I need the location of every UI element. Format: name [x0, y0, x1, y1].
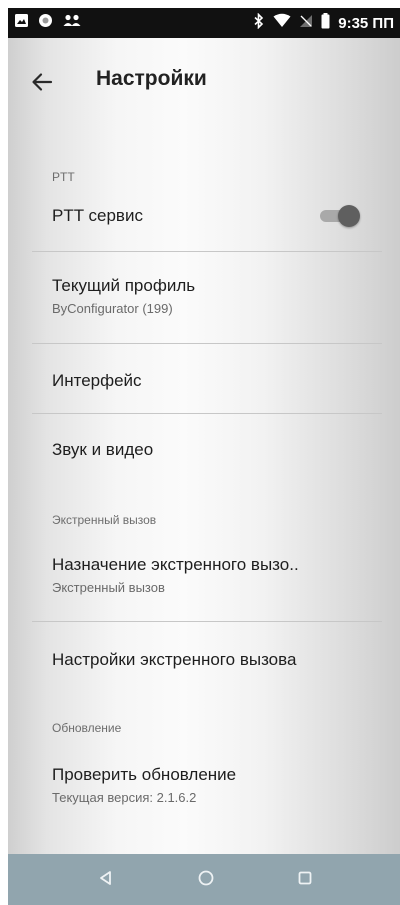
phone-screen: 9:35 ПП Настройки PTT PTT сервис Текущий… — [8, 8, 400, 905]
no-sim-icon — [299, 13, 313, 33]
divider — [32, 343, 382, 344]
status-bar: 9:35 ПП — [8, 8, 400, 38]
pref-sound-video[interactable]: Звук и видео — [52, 440, 382, 460]
navigation-bar — [8, 854, 400, 905]
home-circle-icon — [197, 869, 215, 892]
divider — [32, 621, 382, 622]
ptt-service-toggle[interactable] — [316, 205, 360, 227]
pref-interface[interactable]: Интерфейс — [52, 371, 382, 391]
image-icon — [14, 13, 29, 33]
section-header-update: Обновление — [52, 721, 122, 735]
group-icon — [62, 13, 82, 33]
pref-emergency-settings-title: Настройки экстренного вызова — [52, 650, 297, 669]
pref-check-update-title: Проверить обновление — [52, 765, 237, 784]
pref-current-profile-summary: ByConfigurator (199) — [52, 301, 173, 316]
bluetooth-icon — [253, 12, 265, 34]
recents-square-icon — [296, 869, 314, 892]
back-button[interactable] — [28, 70, 56, 98]
pref-emergency-settings[interactable]: Настройки экстренного вызова — [52, 650, 382, 670]
battery-icon — [321, 12, 330, 34]
circle-notification-icon — [38, 13, 53, 33]
pref-emergency-assignment-title: Назначение экстренного вызо.. — [52, 555, 299, 574]
status-icons-left — [14, 14, 82, 32]
status-time: 9:35 ПП — [338, 14, 394, 32]
pref-current-profile-title: Текущий профиль — [52, 276, 196, 295]
pref-emergency-assignment-summary: Экстренный вызов — [52, 580, 165, 595]
back-triangle-icon — [97, 869, 115, 892]
nav-back-button[interactable] — [92, 866, 120, 894]
pref-sound-video-title: Звук и видео — [52, 440, 154, 459]
status-icons-right: 9:35 ПП — [253, 12, 394, 34]
pref-check-update[interactable]: Проверить обновление Текущая версия: 2.1… — [52, 765, 382, 805]
divider — [32, 251, 382, 252]
nav-recents-button[interactable] — [291, 866, 319, 894]
section-header-ptt: PTT — [52, 170, 75, 184]
pref-interface-title: Интерфейс — [52, 371, 142, 390]
page-title: Настройки — [96, 67, 207, 90]
pref-emergency-assignment[interactable]: Назначение экстренного вызо.. Экстренный… — [52, 555, 382, 595]
arrow-back-icon — [30, 70, 54, 99]
toggle-thumb — [338, 205, 360, 227]
wifi-icon — [273, 13, 291, 33]
divider — [32, 413, 382, 414]
nav-home-button[interactable] — [192, 866, 220, 894]
pref-current-profile[interactable]: Текущий профиль ByConfigurator (199) — [52, 276, 382, 316]
section-header-emergency: Экстренный вызов — [52, 513, 157, 527]
app-bar: Настройки — [8, 52, 400, 116]
pref-check-update-summary: Текущая версия: 2.1.6.2 — [52, 790, 197, 805]
